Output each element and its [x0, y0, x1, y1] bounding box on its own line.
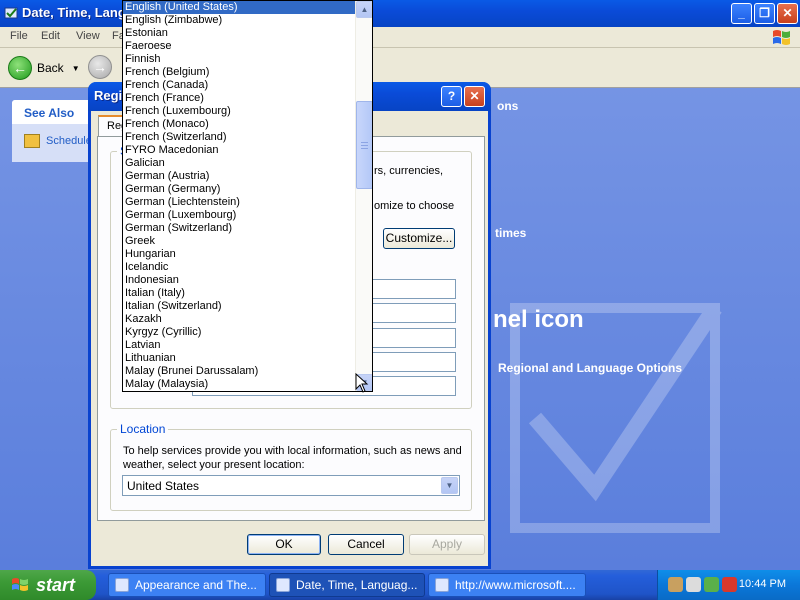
chevron-down-icon[interactable]: ▼ [72, 64, 80, 73]
dropdown-option[interactable]: German (Germany) [123, 183, 356, 196]
menu-file[interactable]: File [10, 30, 28, 42]
forward-arrow-icon: → [88, 55, 112, 79]
system-tray: 10:44 PM [657, 570, 800, 600]
customize-button[interactable]: Customize... [383, 228, 455, 249]
dropdown-scrollbar[interactable]: ▲ ▼ [355, 1, 372, 391]
tray-network-icon[interactable] [704, 577, 719, 592]
menu-bar: File Edit View Fa [0, 27, 800, 48]
start-label: start [36, 574, 76, 595]
scroll-up-icon[interactable]: ▲ [356, 1, 372, 18]
chevron-down-icon[interactable]: ▼ [441, 477, 458, 494]
format-options: English (United States) English (Zimbabwe… [123, 1, 356, 391]
dropdown-option[interactable]: Icelandic [123, 261, 356, 274]
dropdown-option[interactable]: Faeroese [123, 40, 356, 53]
menu-edit[interactable]: Edit [41, 30, 60, 42]
back-label: Back [37, 61, 64, 75]
taskbar-item-label: http://www.microsoft.... [455, 578, 576, 592]
scrollbar-thumb[interactable] [356, 101, 372, 189]
dropdown-option[interactable]: Malay (Brunei Darussalam) [123, 365, 356, 378]
location-group: Location To help services provide you wi… [110, 422, 472, 511]
dropdown-option[interactable]: Finnish [123, 53, 356, 66]
dropdown-option[interactable]: German (Liechtenstein) [123, 196, 356, 209]
tray-display-icon[interactable] [686, 577, 701, 592]
format-dropdown-list[interactable]: English (United States) English (Zimbabwe… [122, 0, 373, 392]
tray-tool-icon[interactable] [668, 577, 683, 592]
back-arrow-icon: ← [8, 56, 32, 80]
forward-button[interactable]: → [88, 55, 112, 79]
help-button[interactable]: ? [441, 86, 462, 107]
control-panel-icon [115, 578, 129, 592]
ok-button[interactable]: OK [247, 534, 321, 555]
control-panel-icon [276, 578, 290, 592]
taskbar-item-label: Appearance and The... [135, 578, 257, 592]
dropdown-option[interactable]: German (Luxembourg) [123, 209, 356, 222]
dropdown-option[interactable]: French (Switzerland) [123, 131, 356, 144]
dropdown-option[interactable]: German (Switzerland) [123, 222, 356, 235]
standards-description-2: omize to choose [374, 200, 455, 212]
location-group-title: Location [117, 422, 169, 436]
see-also-link-label: Schedule [46, 135, 92, 147]
location-select[interactable]: United States ▼ [122, 475, 460, 496]
dropdown-option[interactable]: FYRO Macedonian [123, 144, 356, 157]
taskbar: start Appearance and The... Date, Time, … [0, 570, 800, 600]
back-button[interactable]: ← Back ▼ [8, 55, 80, 81]
dropdown-option[interactable]: Malay (Malaysia) [123, 378, 356, 391]
taskbar-item-date-time[interactable]: Date, Time, Languag... [269, 573, 425, 597]
dropdown-option[interactable]: French (Monaco) [123, 118, 356, 131]
dropdown-option[interactable]: English (United States) [123, 1, 356, 14]
dropdown-option[interactable]: French (Canada) [123, 79, 356, 92]
cancel-button[interactable]: Cancel [328, 534, 404, 555]
scheduled-tasks-icon [24, 134, 40, 148]
clock[interactable]: 10:44 PM [739, 578, 786, 590]
taskbar-item-appearance[interactable]: Appearance and The... [108, 573, 266, 597]
dropdown-option[interactable]: Latvian [123, 339, 356, 352]
dropdown-option[interactable]: English (Zimbabwe) [123, 14, 356, 27]
internet-explorer-icon [435, 578, 449, 592]
task-link-partial[interactable]: times [495, 226, 526, 240]
dropdown-option[interactable]: Lithuanian [123, 352, 356, 365]
category-heading: ons [497, 99, 519, 113]
dropdown-option[interactable]: French (France) [123, 92, 356, 105]
standards-description-1: rs, currencies, [374, 165, 444, 177]
windows-flag-icon [12, 578, 28, 591]
menu-view[interactable]: View [76, 30, 100, 42]
see-also-link-scheduled-tasks[interactable]: Schedule [24, 134, 92, 148]
dropdown-option[interactable]: Estonian [123, 27, 356, 40]
location-select-value: United States [127, 479, 200, 493]
dropdown-option[interactable]: Indonesian [123, 274, 356, 287]
close-button[interactable]: ✕ [777, 3, 798, 24]
maximize-button[interactable]: ❐ [754, 3, 775, 24]
dropdown-option[interactable]: Italian (Italy) [123, 287, 356, 300]
location-description: To help services provide you with local … [123, 445, 462, 471]
taskbar-item-browser[interactable]: http://www.microsoft.... [428, 573, 586, 597]
mouse-cursor-icon [355, 373, 369, 393]
control-panel-icon [4, 7, 18, 19]
security-shield-icon[interactable] [722, 577, 737, 592]
dropdown-option[interactable]: Kyrgyz (Cyrillic) [123, 326, 356, 339]
dropdown-option[interactable]: Italian (Switzerland) [123, 300, 356, 313]
dropdown-option[interactable]: Hungarian [123, 248, 356, 261]
explorer-titlebar[interactable]: Date, Time, Language _ ❐ ✕ [0, 0, 800, 27]
dropdown-option[interactable]: French (Belgium) [123, 66, 356, 79]
taskbar-item-label: Date, Time, Languag... [296, 578, 418, 592]
watermark-check-icon [510, 303, 722, 533]
minimize-button[interactable]: _ [731, 3, 752, 24]
dropdown-option[interactable]: French (Luxembourg) [123, 105, 356, 118]
windows-logo-icon [773, 30, 790, 45]
dialog-title: Regi [94, 88, 123, 103]
dropdown-option[interactable]: Greek [123, 235, 356, 248]
dropdown-option[interactable]: Galician [123, 157, 356, 170]
apply-button[interactable]: Apply [409, 534, 485, 555]
dropdown-option[interactable]: Kazakh [123, 313, 356, 326]
dialog-close-button[interactable]: ✕ [464, 86, 485, 107]
start-button[interactable]: start [0, 570, 96, 600]
dropdown-option[interactable]: German (Austria) [123, 170, 356, 183]
